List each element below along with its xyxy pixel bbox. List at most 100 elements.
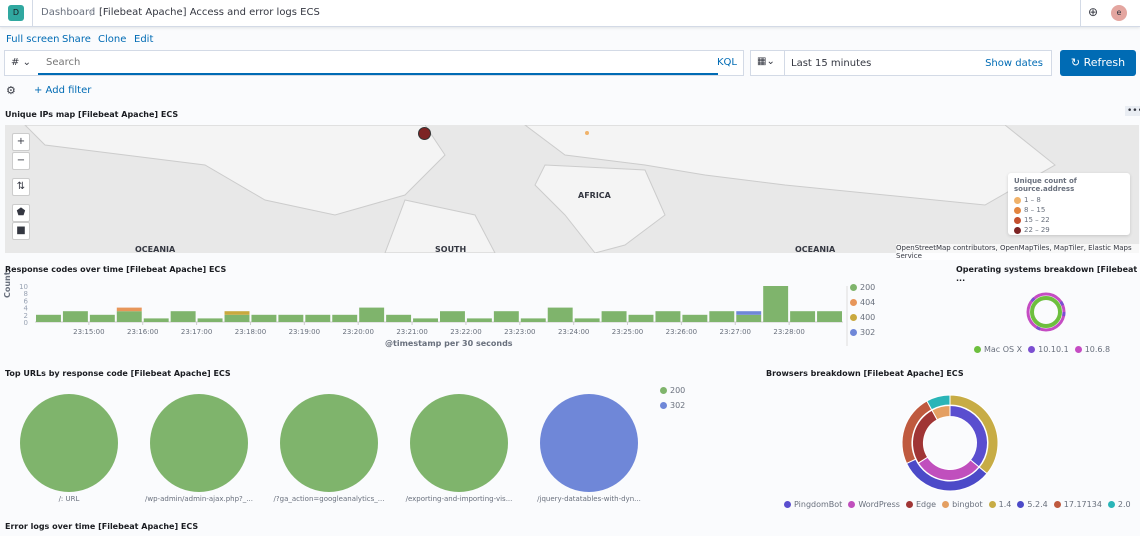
url-pie[interactable]: [410, 394, 508, 492]
draw-bounds-icon[interactable]: ■: [12, 222, 30, 240]
bar-200[interactable]: [790, 311, 816, 322]
legend-item[interactable]: 302: [850, 328, 875, 338]
bar-400[interactable]: [224, 311, 250, 315]
bar-200[interactable]: [736, 314, 762, 322]
y-axis-label: Count: [3, 271, 12, 298]
map-canvas[interactable]: AFRICA OCEANIA SOUTH OCEANIA: [5, 125, 1139, 254]
legend-item[interactable]: 10.6.8: [1074, 345, 1110, 354]
bar-200[interactable]: [440, 311, 465, 322]
bar-200[interactable]: [655, 311, 681, 322]
draw-polygon-icon[interactable]: ⬟: [12, 204, 30, 222]
kql-button[interactable]: KQL: [717, 57, 737, 68]
bar-200[interactable]: [197, 318, 223, 322]
time-picker[interactable]: ▦⌄ Last 15 minutes Show dates: [750, 50, 1052, 76]
help-icon[interactable]: ⊕: [1088, 5, 1098, 19]
settings-icon[interactable]: ⚙: [6, 84, 16, 97]
bar-200[interactable]: [305, 314, 331, 322]
bar-200[interactable]: [278, 314, 304, 322]
bar-404[interactable]: [116, 307, 142, 312]
legend-item[interactable]: WordPress: [848, 500, 900, 509]
legend-label: WordPress: [858, 500, 900, 509]
bar-200[interactable]: [251, 314, 277, 322]
legend-item[interactable]: 8 – 15: [1014, 205, 1124, 215]
legend-dot-icon: [850, 299, 857, 306]
refresh-label: Refresh: [1083, 56, 1126, 69]
url-pie[interactable]: [150, 394, 248, 492]
time-range[interactable]: Last 15 minutes: [791, 58, 871, 69]
show-dates-button[interactable]: Show dates: [985, 58, 1043, 69]
zoom-in-icon[interactable]: +: [12, 133, 30, 151]
user-avatar[interactable]: e: [1111, 5, 1127, 21]
add-filter-button[interactable]: + Add filter: [34, 85, 91, 96]
legend-item[interactable]: 400: [850, 313, 875, 323]
bar-200[interactable]: [36, 314, 61, 322]
legend-item[interactable]: 15 – 22: [1014, 215, 1124, 225]
bar-200[interactable]: [763, 286, 789, 322]
os-slice-mac[interactable]: [1030, 296, 1062, 328]
zoom-out-icon[interactable]: −: [12, 152, 30, 170]
legend-item[interactable]: 22 – 29: [1014, 225, 1124, 235]
bar-200[interactable]: [89, 314, 115, 322]
legend-item[interactable]: PingdomBot: [784, 500, 842, 509]
url-pie[interactable]: [540, 394, 638, 492]
chevron-down-icon: ⌄: [22, 57, 31, 68]
fit-bounds-icon[interactable]: ⇅: [12, 178, 30, 196]
legend-item[interactable]: 404: [850, 298, 875, 308]
legend-dot-icon: [905, 501, 913, 508]
breadcrumb-separator: /: [90, 7, 94, 18]
bar-200[interactable]: [709, 311, 735, 322]
space-avatar[interactable]: D: [8, 5, 24, 21]
legend-item[interactable]: 1 – 8: [1014, 195, 1124, 205]
bar-200[interactable]: [628, 314, 654, 322]
bar-200[interactable]: [547, 307, 573, 322]
legend-item[interactable]: 200: [660, 386, 685, 395]
bar-200[interactable]: [413, 318, 438, 322]
map-marker[interactable]: [418, 127, 431, 140]
bar-200[interactable]: [224, 314, 250, 322]
url-pie[interactable]: [20, 394, 118, 492]
legend-dot-icon: [1107, 501, 1115, 508]
search-input[interactable]: [38, 51, 718, 75]
bar-200[interactable]: [601, 311, 627, 322]
bar-200[interactable]: [493, 311, 519, 322]
bar-200[interactable]: [116, 311, 142, 322]
map-marker[interactable]: [585, 131, 589, 135]
legend-item[interactable]: Mac OS X: [974, 345, 1022, 354]
bar-200[interactable]: [682, 314, 708, 322]
refresh-button[interactable]: ↻ Refresh: [1060, 50, 1136, 76]
full-screen-link[interactable]: Full screen: [6, 34, 60, 45]
panel-options-icon[interactable]: •••: [1125, 106, 1140, 116]
bar-200[interactable]: [143, 318, 169, 322]
bar-200[interactable]: [817, 311, 842, 322]
legend-item[interactable]: 5.2.4: [1017, 500, 1048, 509]
legend-dot-icon: [660, 402, 667, 409]
share-link[interactable]: Share: [62, 34, 91, 45]
url-pie[interactable]: [280, 394, 378, 492]
map-attribution[interactable]: OpenStreetMap contributors, OpenMapTiles…: [896, 244, 1140, 260]
breadcrumb-dashboard[interactable]: Dashboard: [41, 7, 95, 18]
bar-200[interactable]: [359, 307, 385, 322]
language-switcher[interactable]: # ⌄: [11, 57, 31, 68]
bar-200[interactable]: [466, 318, 492, 322]
legend-item[interactable]: Edge: [905, 500, 936, 509]
bar-200[interactable]: [170, 311, 196, 322]
legend-item[interactable]: 17.17134: [1053, 500, 1102, 509]
bar-200[interactable]: [386, 314, 412, 322]
bar-200[interactable]: [332, 314, 358, 322]
clone-link[interactable]: Clone: [98, 34, 126, 45]
bar-200[interactable]: [574, 318, 600, 322]
calendar-icon[interactable]: ▦⌄: [757, 56, 775, 67]
legend-item[interactable]: 10.10.1: [1028, 345, 1069, 354]
legend-item[interactable]: 1.4: [988, 500, 1011, 509]
edit-link[interactable]: Edit: [134, 34, 153, 45]
legend-item[interactable]: 302: [660, 401, 685, 410]
legend-item[interactable]: bingbot: [942, 500, 983, 509]
legend-label: 10.10.1: [1038, 345, 1069, 354]
legend-item[interactable]: 200: [850, 283, 875, 293]
bar-302[interactable]: [736, 311, 762, 315]
legend-label: Mac OS X: [984, 345, 1023, 354]
legend-dot-icon: [850, 314, 857, 321]
bar-200[interactable]: [520, 318, 546, 322]
bar-200[interactable]: [62, 311, 88, 322]
legend-item[interactable]: 2.0: [1107, 500, 1131, 509]
